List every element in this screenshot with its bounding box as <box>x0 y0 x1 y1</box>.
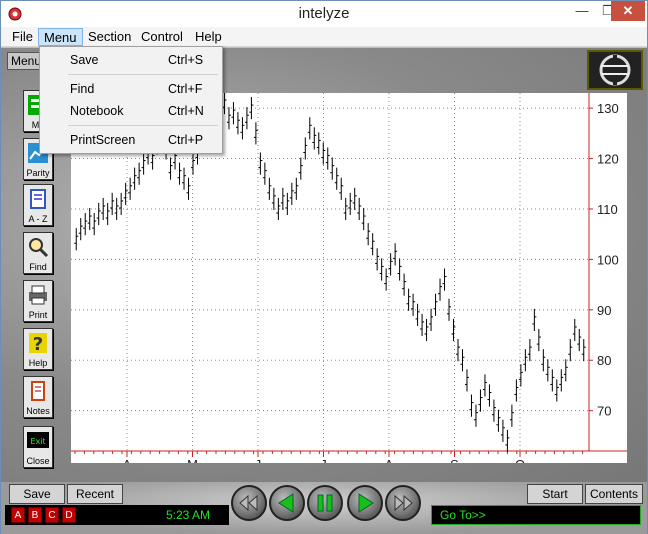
step-forward-button[interactable] <box>347 485 383 521</box>
y-tick-label: 130 <box>597 101 619 116</box>
menu-help[interactable]: Help <box>190 28 227 46</box>
dropdown-item-find[interactable]: Find Ctrl+F <box>40 79 222 99</box>
printer-icon <box>29 285 47 305</box>
clock-display: 5:23 AM <box>165 508 211 522</box>
notes-icon <box>31 381 45 401</box>
toolbar-find-button[interactable]: Find <box>23 232 53 274</box>
magnifier-icon <box>29 238 49 258</box>
y-tick-label: 110 <box>597 202 618 217</box>
toolbar-az-button[interactable]: A - Z <box>23 184 53 226</box>
x-tick-label: J <box>320 457 327 463</box>
dropdown-item-label: PrintScreen <box>70 133 136 147</box>
menu-dropdown: Save Ctrl+S Find Ctrl+F Notebook Ctrl+N … <box>39 46 223 154</box>
toolbar-label: Print <box>28 310 48 320</box>
save-button[interactable]: Save <box>9 484 65 504</box>
brand-logo <box>587 50 643 90</box>
toolbar-label: Close <box>26 456 50 466</box>
x-tick-label: M <box>187 457 198 463</box>
dropdown-separator <box>68 74 218 75</box>
dropdown-item-shortcut: Ctrl+F <box>168 82 203 96</box>
y-tick-label: 70 <box>597 404 611 419</box>
pause-button[interactable] <box>307 485 343 521</box>
fast-forward-button[interactable] <box>385 485 421 521</box>
dropdown-separator <box>68 125 218 126</box>
rewind-fast-button[interactable] <box>231 485 267 521</box>
menu-control[interactable]: Control <box>136 28 188 46</box>
toolbar-help-button[interactable]: ? Help <box>23 328 53 370</box>
app-window: intelyze — ❐ ✕ File Menu Section Control… <box>0 0 648 534</box>
menu-bar: File Menu Section Control Help <box>1 27 647 47</box>
dropdown-item-shortcut: Ctrl+N <box>168 104 204 118</box>
recent-button[interactable]: Recent <box>67 484 123 504</box>
x-tick-label: A <box>123 457 132 463</box>
toolbar-label: Help <box>28 358 48 368</box>
minimize-button[interactable]: — <box>569 1 595 21</box>
window-title: intelyze <box>298 5 350 22</box>
toolbar-print-button[interactable]: Print <box>23 280 53 322</box>
question-icon: ? <box>29 333 47 355</box>
menu-file[interactable]: File <box>7 28 38 46</box>
start-button[interactable]: Start <box>527 484 583 504</box>
category-a-button[interactable]: A <box>11 507 25 523</box>
dropdown-item-printscreen[interactable]: PrintScreen Ctrl+P <box>40 130 222 150</box>
pause-icon <box>317 494 333 512</box>
status-strip: A B C D 5:23 AM <box>5 505 229 525</box>
category-d-button[interactable]: D <box>62 507 76 523</box>
book-icon <box>30 189 46 209</box>
x-tick-label: A <box>385 457 394 463</box>
dropdown-item-shortcut: Ctrl+P <box>168 133 204 147</box>
toolbar-label: Find <box>29 262 47 272</box>
dropdown-item-label: Notebook <box>70 104 124 118</box>
menu-tab-button[interactable]: Menu <box>7 52 41 70</box>
category-c-button[interactable]: C <box>45 507 59 523</box>
step-back-button[interactable] <box>269 485 305 521</box>
category-b-button[interactable]: B <box>28 507 42 523</box>
close-window-button[interactable]: ✕ <box>611 1 645 21</box>
menu-section[interactable]: Section <box>83 28 136 46</box>
y-tick-label: 100 <box>597 252 619 267</box>
right-arrow-icon <box>358 493 374 513</box>
toolbar-label: Parity <box>26 168 50 178</box>
title-bar: intelyze — ❐ ✕ <box>1 1 647 27</box>
double-left-arrow-icon <box>239 494 258 512</box>
dropdown-item-label: Find <box>70 82 95 96</box>
y-tick-label: 120 <box>597 152 619 167</box>
x-tick-label: J <box>255 457 262 463</box>
double-right-arrow-icon <box>394 494 413 512</box>
exit-icon: Exit <box>27 432 49 448</box>
goto-label: Go To>> <box>440 508 486 522</box>
svg-text:?: ? <box>33 334 43 355</box>
dropdown-item-notebook[interactable]: Notebook Ctrl+N <box>40 101 222 121</box>
dropdown-item-save[interactable]: Save Ctrl+S <box>40 50 222 70</box>
x-tick-label: O <box>515 457 525 463</box>
x-tick-label: S <box>450 457 459 463</box>
toolbar-close-button[interactable]: Exit Close <box>23 426 53 468</box>
y-tick-label: 90 <box>597 303 611 318</box>
bottom-bar: Save Recent Start Contents A B C D 5:23 … <box>1 482 647 534</box>
menu-menu[interactable]: Menu <box>38 28 83 46</box>
logo-icon <box>599 54 631 86</box>
contents-button[interactable]: Contents <box>585 484 643 504</box>
toolbar-label: Notes <box>26 406 50 416</box>
left-arrow-icon <box>278 493 294 513</box>
toolbar-label: A - Z <box>28 214 48 224</box>
toolbar-notes-button[interactable]: Notes <box>23 376 53 418</box>
y-tick-label: 80 <box>597 353 611 368</box>
dropdown-item-shortcut: Ctrl+S <box>168 53 204 67</box>
exit-badge-text: Exit <box>30 437 45 446</box>
goto-button[interactable]: Go To>> <box>431 505 641 525</box>
dropdown-item-label: Save <box>70 53 99 67</box>
